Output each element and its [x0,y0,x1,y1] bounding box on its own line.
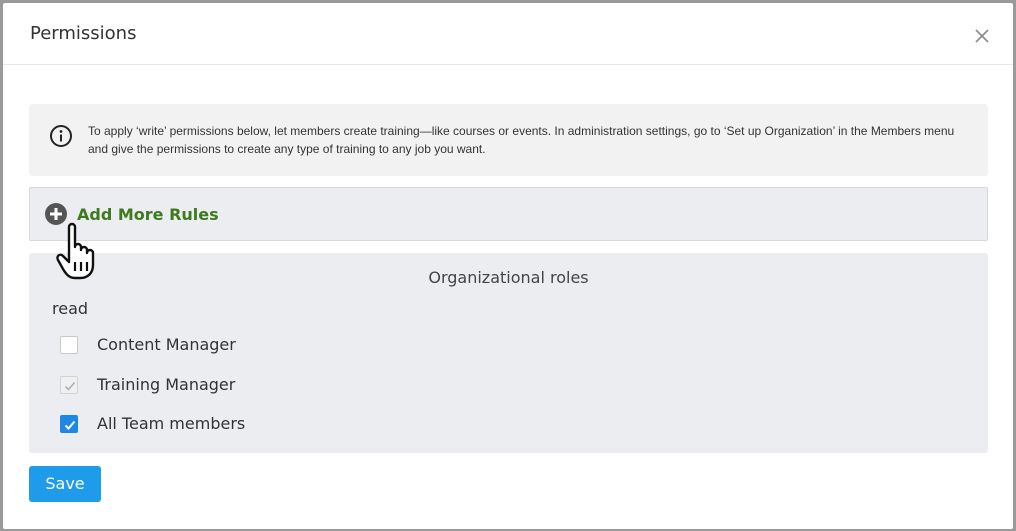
info-icon [50,125,72,147]
permissions-dialog: Permissions To apply ‘write’ permissions… [3,3,1013,529]
roles-header: Organizational roles [428,268,589,287]
close-button[interactable] [970,24,994,48]
roles-panel: Organizational roles read Content Manage… [29,253,988,453]
role-label: Content Manager [97,335,236,354]
hand-pointer-cursor-icon [56,222,95,280]
check-icon [64,420,76,430]
dialog-title: Permissions [30,23,137,44]
save-button[interactable]: Save [29,466,101,502]
role-label: All Team members [97,414,246,433]
content-manager-checkbox[interactable] [60,336,78,354]
all-team-members-checkbox[interactable] [60,415,78,433]
permission-label: read [52,299,89,318]
info-text: To apply ‘write’ permissions below, let … [88,124,955,156]
add-more-rules-bar[interactable]: Add More Rules [29,187,988,241]
training-manager-checkbox [60,376,78,394]
check-icon [64,381,76,391]
close-icon [975,29,989,43]
info-notice: To apply ‘write’ permissions below, let … [29,104,988,176]
role-label: Training Manager [97,375,236,394]
dialog-header: Permissions [3,3,1013,65]
